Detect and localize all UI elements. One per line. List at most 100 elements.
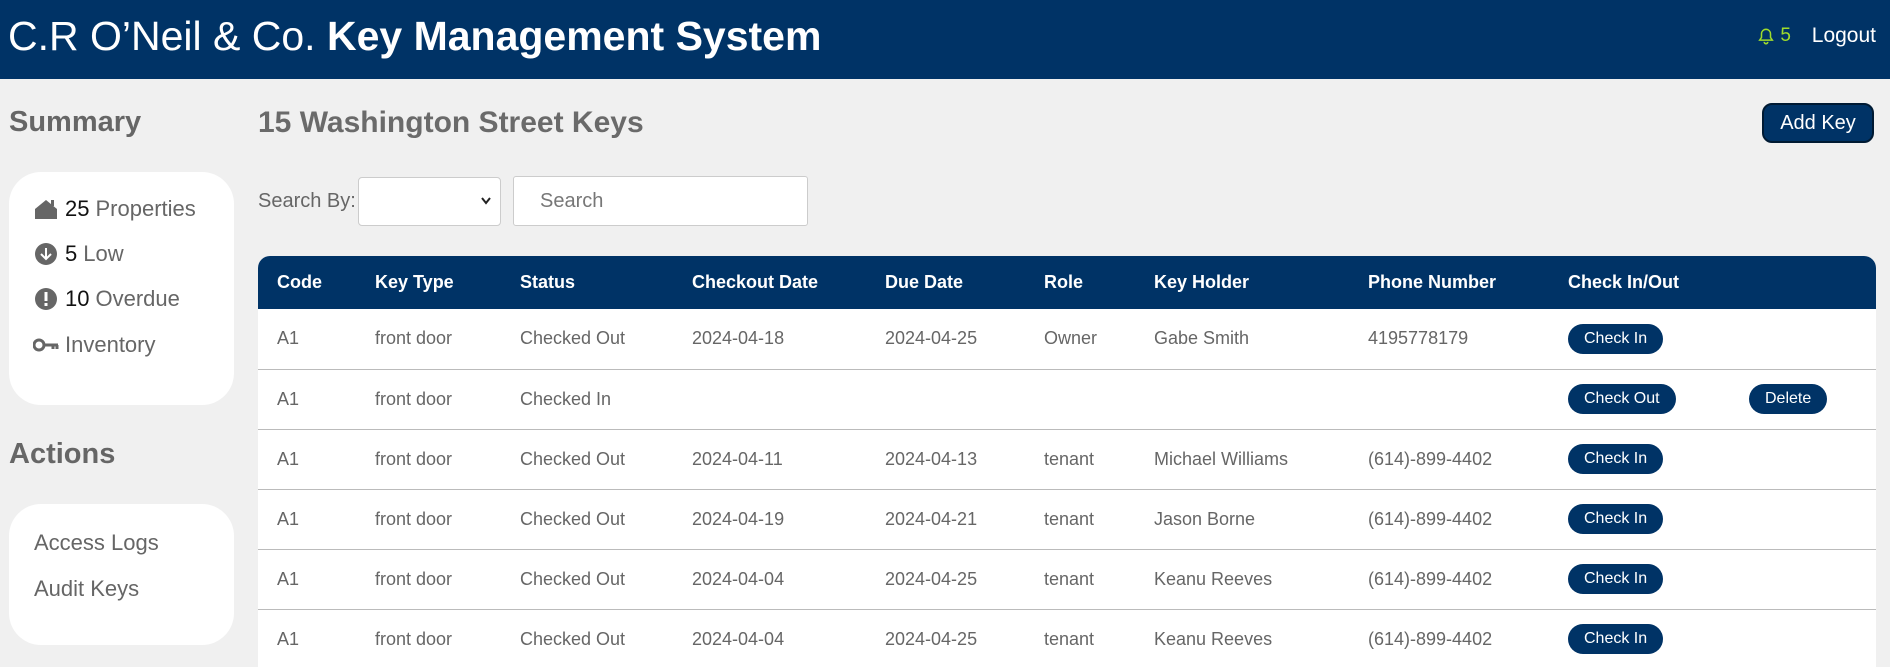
cell-code: A1	[277, 388, 300, 409]
house-icon	[33, 196, 59, 222]
down-arrow-circle-icon	[33, 241, 59, 267]
cell-status: Checked Out	[520, 568, 626, 589]
search-input[interactable]	[513, 176, 808, 226]
company-name: C.R O’Neil & Co.	[8, 13, 316, 59]
key-icon	[33, 332, 59, 358]
cell-phone: (614)-899-4402	[1368, 448, 1493, 469]
cell-key-type: front door	[375, 328, 453, 349]
cell-key-holder: Gabe Smith	[1154, 328, 1250, 349]
table-row: A1 front door Checked Out 2024-04-19 202…	[258, 489, 1876, 549]
cell-checkout-date: 2024-04-11	[692, 448, 783, 469]
check-in-button[interactable]: Check In	[1568, 504, 1664, 534]
summary-item-low[interactable]: 5 Low	[33, 241, 124, 267]
properties-label: Properties	[95, 196, 196, 221]
app-brand: C.R O’Neil & Co. Key Management System	[8, 12, 821, 60]
cell-extra	[1730, 549, 1876, 609]
cell-code: A1	[277, 628, 300, 649]
header-code: Code	[277, 272, 322, 292]
cell-action: Check In	[1549, 489, 1730, 549]
check-out-button[interactable]: Check Out	[1568, 384, 1676, 414]
cell-phone	[1349, 369, 1549, 429]
access-logs-link[interactable]: Access Logs	[34, 530, 159, 556]
summary-item-inventory[interactable]: Inventory	[33, 332, 156, 358]
logout-link[interactable]: Logout	[1812, 24, 1876, 48]
table-row: A1 front door Checked Out 2024-04-11 202…	[258, 429, 1876, 489]
cell-role: Owner	[1044, 328, 1098, 349]
table-header-row: Code Key Type Status Checkout Date Due D…	[258, 256, 1876, 309]
cell-status: Checked In	[520, 388, 612, 409]
cell-role: tenant	[1044, 568, 1095, 589]
page-title: 15 Washington Street Keys	[258, 106, 644, 139]
cell-status: Checked Out	[520, 448, 626, 469]
cell-due-date: 2024-04-25	[885, 568, 978, 589]
cell-key-holder: Michael Williams	[1154, 448, 1289, 469]
summary-card: 25 Properties 5 Low 10 Overdue Inventory	[9, 172, 234, 405]
cell-extra	[1730, 489, 1876, 549]
top-bar: C.R O’Neil & Co. Key Management System 5…	[0, 0, 1890, 79]
audit-keys-link[interactable]: Audit Keys	[34, 576, 139, 602]
low-label: Low	[83, 241, 124, 266]
header-extra	[1730, 256, 1876, 309]
cell-key-type: front door	[375, 448, 453, 469]
cell-status: Checked Out	[520, 508, 626, 529]
search-by-label: Search By:	[258, 190, 356, 212]
summary-item-overdue[interactable]: 10 Overdue	[33, 286, 180, 312]
cell-phone: (614)-899-4402	[1368, 568, 1493, 589]
cell-key-holder: Keanu Reeves	[1154, 568, 1273, 589]
table-row: A1 front door Checked Out 2024-04-04 202…	[258, 549, 1876, 609]
header-status: Status	[520, 272, 576, 292]
cell-phone: 4195778179	[1368, 328, 1469, 349]
cell-phone: (614)-899-4402	[1368, 508, 1493, 529]
cell-role: tenant	[1044, 508, 1095, 529]
cell-action: Check In	[1549, 609, 1730, 667]
cell-extra: Delete	[1730, 369, 1876, 429]
exclamation-circle-icon	[33, 286, 59, 312]
cell-checkout-date: 2024-04-19	[692, 508, 785, 529]
keys-table: Code Key Type Status Checkout Date Due D…	[258, 256, 1876, 667]
cell-status: Checked Out	[520, 628, 626, 649]
cell-role: tenant	[1044, 628, 1095, 649]
check-in-button[interactable]: Check In	[1568, 444, 1664, 474]
notification-count: 5	[1780, 25, 1791, 46]
cell-key-type: front door	[375, 508, 453, 529]
low-count: 5	[65, 241, 78, 266]
cell-action: Check Out	[1549, 369, 1730, 429]
cell-due-date: 2024-04-25	[885, 628, 978, 649]
table-row: A1 front door Checked Out 2024-04-18 202…	[258, 309, 1876, 369]
header-role: Role	[1044, 272, 1084, 292]
cell-key-holder	[1135, 369, 1349, 429]
cell-code: A1	[277, 508, 300, 529]
notifications-button[interactable]: 5	[1757, 25, 1791, 47]
cell-key-holder: Keanu Reeves	[1154, 628, 1273, 649]
cell-key-type: front door	[375, 388, 453, 409]
cell-phone: (614)-899-4402	[1368, 628, 1493, 649]
cell-extra	[1730, 609, 1876, 667]
add-key-button[interactable]: Add Key	[1762, 103, 1874, 143]
summary-heading: Summary	[9, 106, 142, 138]
check-in-button[interactable]: Check In	[1568, 323, 1664, 354]
cell-code: A1	[277, 568, 300, 589]
header-key-holder: Key Holder	[1154, 272, 1250, 292]
delete-button[interactable]: Delete	[1749, 384, 1828, 414]
cell-due-date: 2024-04-25	[885, 328, 978, 349]
summary-item-properties[interactable]: 25 Properties	[33, 196, 196, 222]
cell-key-holder: Jason Borne	[1154, 508, 1256, 529]
cell-key-type: front door	[375, 568, 453, 589]
header-phone-number: Phone Number	[1368, 272, 1497, 292]
cell-action: Check In	[1549, 309, 1730, 369]
cell-status: Checked Out	[520, 328, 626, 349]
check-in-button[interactable]: Check In	[1568, 624, 1664, 654]
header-key-type: Key Type	[375, 272, 454, 292]
overdue-label: Overdue	[95, 286, 180, 311]
cell-role: tenant	[1044, 448, 1095, 469]
cell-extra	[1730, 309, 1876, 369]
cell-action: Check In	[1549, 429, 1730, 489]
cell-due-date: 2024-04-13	[885, 448, 978, 469]
table-row: A1 front door Checked Out 2024-04-04 202…	[258, 609, 1876, 667]
check-in-button[interactable]: Check In	[1568, 564, 1664, 594]
header-due-date: Due Date	[885, 272, 964, 292]
properties-count: 25	[65, 196, 90, 221]
bell-icon	[1758, 28, 1775, 44]
cell-key-type: front door	[375, 628, 453, 649]
search-by-select[interactable]	[358, 177, 501, 226]
